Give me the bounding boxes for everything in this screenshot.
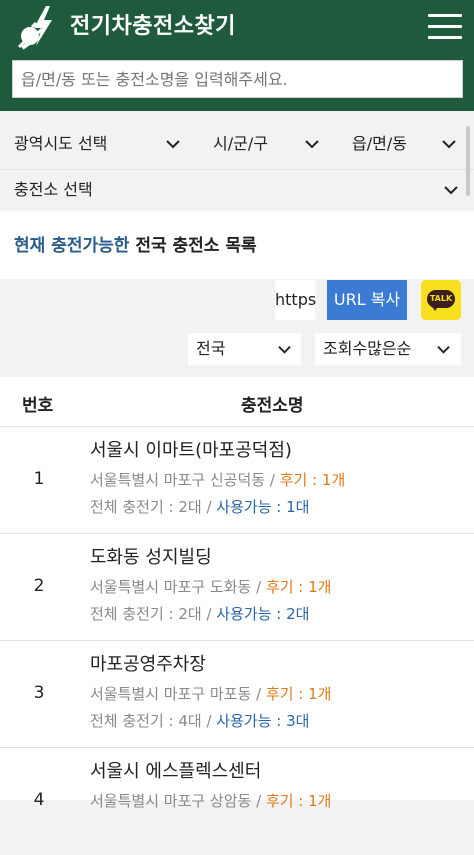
station-address: 서울특별시 마포구 마포동 — [90, 685, 252, 703]
area-sort-label: 전국 — [196, 339, 226, 358]
town-select[interactable]: 읍/면/동 — [352, 133, 460, 155]
kakaotalk-share-button[interactable]: TALK — [421, 280, 461, 320]
station-select-label: 충전소 선택 — [14, 180, 93, 199]
row-number: 3 — [33, 683, 45, 703]
app-title[interactable]: 전기차충전소찾기 — [70, 12, 236, 42]
charger-total: 전체 충전기 : 4대 — [90, 712, 202, 730]
order-sort-select[interactable]: 조회수많은순 — [315, 333, 461, 365]
station-name[interactable]: 서울시 이마트(마포공덕점) — [90, 439, 292, 463]
station-name[interactable]: 도화동 성지빌딩 — [90, 546, 212, 570]
region-select-label: 광역시도 선택 — [14, 134, 108, 153]
chevron-down-icon — [305, 140, 319, 149]
list-heading-highlight: 현재 충전가능한 — [14, 236, 130, 256]
table-row[interactable]: 2 도화동 성지빌딩 서울특별시 마포구 도화동 / 후기 : 1개 전체 충전… — [0, 534, 474, 641]
filter-divider — [0, 169, 474, 170]
town-select-label: 읍/면/동 — [352, 134, 407, 153]
table-row[interactable]: 3 마포공영주차장 서울특별시 마포구 마포동 / 후기 : 1개 전체 충전기… — [0, 641, 474, 748]
station-table: 번호 충전소명 1 서울시 이마트(마포공덕점) 서울특별시 마포구 신공덕동 … — [0, 377, 474, 810]
scrollbar[interactable] — [466, 126, 470, 196]
row-number: 4 — [33, 790, 45, 810]
area-sort-select[interactable]: 전국 — [188, 333, 301, 365]
city-select-label: 시/군/구 — [213, 134, 268, 153]
review-count: 후기 : 1개 — [265, 685, 332, 703]
table-row[interactable]: 1 서울시 이마트(마포공덕점) 서울특별시 마포구 신공덕동 / 후기 : 1… — [0, 427, 474, 534]
charger-available: 사용가능 : 1대 — [216, 498, 310, 516]
column-header-number: 번호 — [22, 396, 54, 416]
list-heading: 현재 충전가능한 전국 충전소 목록 — [0, 211, 474, 279]
table-header: 번호 충전소명 — [0, 377, 474, 427]
column-header-name: 충전소명 — [241, 396, 304, 416]
station-name[interactable]: 마포공영주차장 — [90, 653, 206, 677]
url-copy-button[interactable]: URL 복사 — [327, 280, 407, 320]
hamburger-menu-icon[interactable] — [428, 14, 462, 40]
city-select[interactable]: 시/군/구 — [213, 133, 321, 155]
charger-available: 사용가능 : 3대 — [216, 712, 310, 730]
chevron-down-icon — [166, 140, 180, 149]
search-input[interactable] — [12, 60, 463, 98]
charger-total: 전체 충전기 : 2대 — [90, 605, 202, 623]
row-number: 1 — [33, 469, 45, 489]
order-sort-label: 조회수많은순 — [323, 339, 412, 358]
chevron-down-icon — [278, 346, 291, 354]
app-header: 전기차충전소찾기 — [0, 0, 474, 111]
chevron-down-icon — [437, 346, 450, 354]
chevron-down-icon — [444, 186, 458, 195]
review-count: 후기 : 1개 — [265, 792, 332, 810]
charger-total: 전체 충전기 : 2대 — [90, 498, 202, 516]
station-select[interactable]: 충전소 선택 — [14, 179, 460, 201]
table-row[interactable]: 4 서울시 에스플렉스센터 서울특별시 마포구 상암동 / 후기 : 1개 — [0, 748, 474, 855]
review-count: 후기 : 1개 — [265, 578, 332, 596]
region-select[interactable]: 광역시도 선택 — [14, 133, 184, 155]
share-url-field[interactable]: https — [275, 280, 316, 320]
row-number: 2 — [33, 576, 45, 596]
charger-available: 사용가능 : 2대 — [216, 605, 310, 623]
review-count: 후기 : 1개 — [279, 471, 346, 489]
station-address: 서울특별시 마포구 신공덕동 — [90, 471, 266, 489]
chevron-down-icon — [442, 140, 456, 149]
list-heading-text: 전국 충전소 목록 — [129, 236, 257, 256]
ev-plug-icon[interactable] — [16, 6, 66, 50]
station-name[interactable]: 서울시 에스플렉스센터 — [90, 760, 261, 784]
station-address: 서울특별시 마포구 도화동 — [90, 578, 252, 596]
station-address: 서울특별시 마포구 상암동 — [90, 792, 252, 810]
